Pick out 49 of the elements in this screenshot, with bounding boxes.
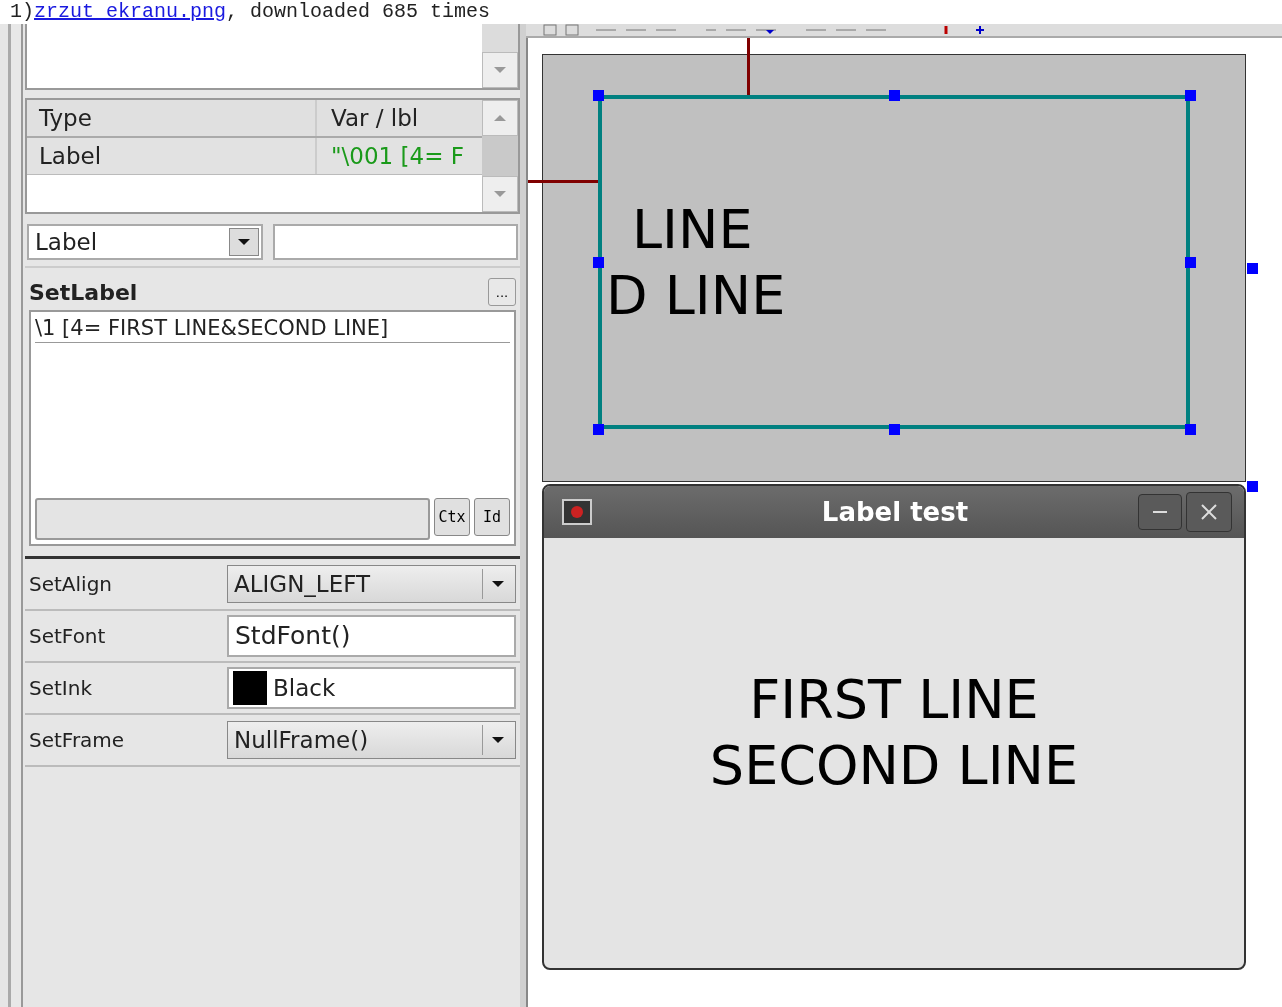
text-field[interactable]: [35, 498, 430, 540]
column-header[interactable]: Type: [27, 100, 317, 136]
scroll-down-button[interactable]: [482, 52, 518, 88]
editor-button[interactable]: Id: [474, 498, 510, 536]
resize-handle[interactable]: [593, 257, 604, 268]
property-field[interactable]: StdFont(): [227, 615, 516, 657]
class-dropdown[interactable]: Label: [27, 224, 263, 260]
window-title: Label test: [820, 497, 970, 527]
resize-handle[interactable]: [1247, 263, 1258, 274]
window-icon: [562, 499, 592, 525]
property-dropdown[interactable]: NullFrame(): [227, 721, 516, 759]
label-text-editor[interactable]: \1 [4= FIRST LINE&SECOND LINE] Ctx Id: [29, 310, 516, 546]
resize-handle[interactable]: [889, 424, 900, 435]
color-field[interactable]: Black: [227, 667, 516, 709]
property-name: SetFrame: [29, 728, 126, 752]
label-text: LINE: [631, 197, 754, 263]
scroll-down-button[interactable]: [482, 176, 518, 212]
file-link[interactable]: zrzut_ekranu.png: [34, 0, 227, 24]
minimize-icon: [1153, 511, 1167, 513]
more-button[interactable]: ...: [488, 278, 516, 306]
close-button[interactable]: [1186, 492, 1232, 532]
resize-handle[interactable]: [1247, 481, 1258, 492]
property-name: SetInk: [29, 676, 93, 700]
resize-handle[interactable]: [593, 424, 604, 435]
column-header[interactable]: Var / lbl: [317, 100, 482, 136]
selected-label[interactable]: LINE D LINE: [598, 95, 1190, 429]
resize-handle[interactable]: [1185, 424, 1196, 435]
label-text: SECOND LINE: [709, 733, 1079, 799]
caption-index: 1): [10, 0, 34, 24]
editor-button[interactable]: Ctx: [434, 498, 470, 536]
property-title: SetLabel: [29, 279, 138, 305]
label-text: FIRST LINE: [749, 667, 1039, 733]
close-icon: [1199, 502, 1219, 522]
splitter-bar[interactable]: [8, 24, 23, 1007]
label-text: D LINE: [605, 263, 787, 329]
resize-handle[interactable]: [1185, 90, 1196, 101]
property-name: SetAlign: [29, 572, 113, 596]
property-dropdown[interactable]: ALIGN_LEFT: [227, 565, 516, 603]
anchor-line: [747, 38, 750, 98]
table-row[interactable]: Label "\001 [4= F: [27, 138, 482, 175]
scroll-up-button[interactable]: [482, 100, 518, 136]
id-field[interactable]: [273, 224, 518, 260]
resize-handle[interactable]: [593, 90, 604, 101]
color-name: Black: [273, 674, 336, 703]
scroll-thumb[interactable]: [482, 136, 518, 176]
resize-handle[interactable]: [1185, 257, 1196, 268]
caption-text: , downloaded 685 times: [226, 0, 491, 24]
resize-handle[interactable]: [889, 90, 900, 101]
property-name: SetFont: [29, 624, 107, 648]
